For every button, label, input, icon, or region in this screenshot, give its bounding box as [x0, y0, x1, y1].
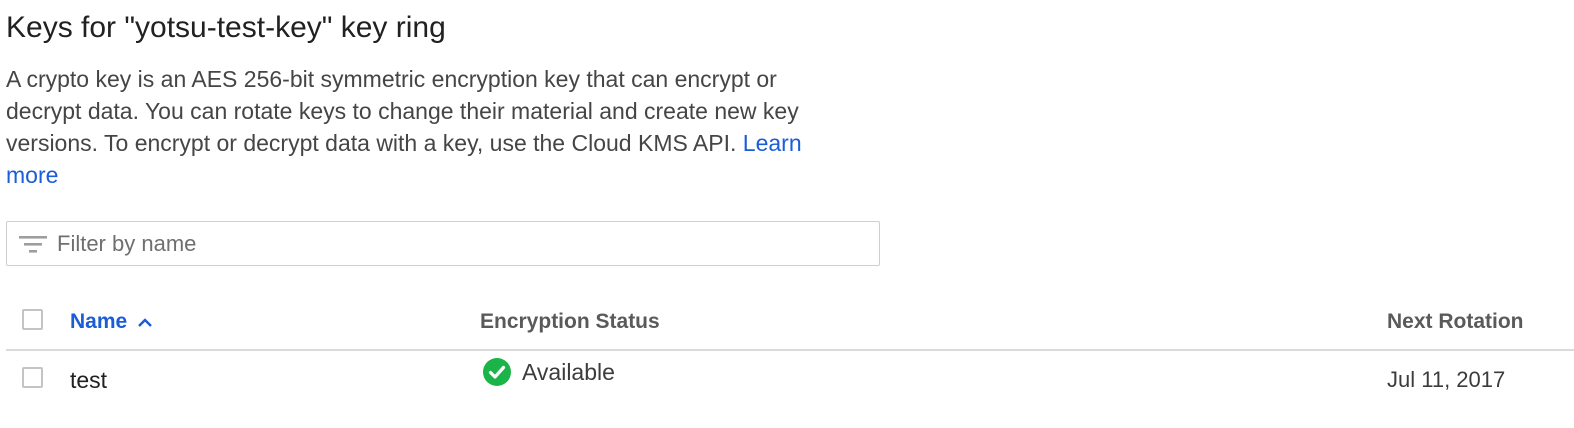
row-checkbox[interactable]	[22, 367, 43, 388]
column-header-name[interactable]: Name	[70, 310, 153, 334]
encryption-status: Available	[483, 358, 615, 386]
next-rotation-date: Jul 11, 2017	[1387, 367, 1506, 392]
key-name[interactable]: test	[70, 367, 107, 394]
table-header: Name Encryption Status Next Rotation	[6, 300, 1574, 351]
page-title: Keys for "yotsu-test-key" key ring	[6, 11, 446, 44]
chevron-up-icon[interactable]	[137, 316, 153, 328]
description-text: A crypto key is an AES 256-bit symmetric…	[6, 66, 799, 156]
filter-list-icon	[19, 233, 47, 255]
select-all-checkbox[interactable]	[22, 309, 43, 330]
column-header-encryption-status[interactable]: Encryption Status	[480, 310, 660, 334]
encryption-status-label: Available	[522, 358, 615, 385]
table-row[interactable]: test Available Jul 11, 2017	[6, 351, 1574, 411]
column-header-next-rotation[interactable]: Next Rotation	[1387, 310, 1524, 334]
check-circle-icon	[483, 358, 511, 386]
column-header-name-label: Name	[70, 310, 128, 333]
page-description: A crypto key is an AES 256-bit symmetric…	[6, 63, 856, 191]
filter-box[interactable]	[6, 221, 880, 266]
filter-input[interactable]	[57, 223, 879, 264]
